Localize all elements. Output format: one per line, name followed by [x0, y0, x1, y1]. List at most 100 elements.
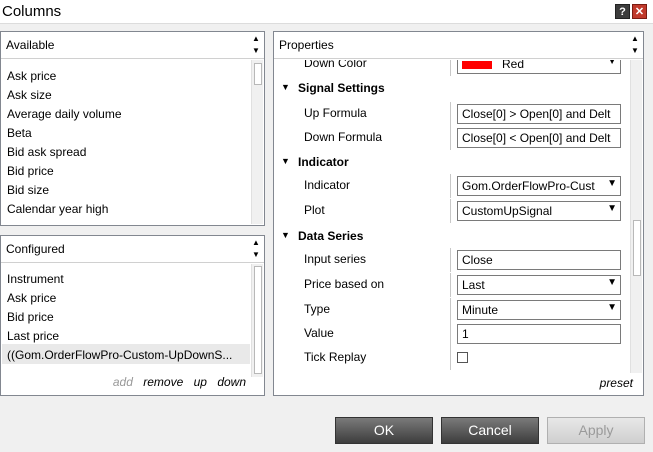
property-row-price-based-on[interactable]: Price based on Last ▼	[274, 273, 630, 297]
list-item[interactable]: Bid price	[7, 164, 54, 178]
price-based-on-value: Last	[462, 278, 485, 292]
input-series-field[interactable]: Close	[457, 250, 621, 270]
apply-button[interactable]: Apply	[547, 417, 645, 444]
property-label: Type	[304, 302, 331, 316]
property-grid: Down Color Red ▼ ▼ Signal Settings Up For…	[274, 60, 643, 395]
help-button[interactable]: ?	[615, 4, 630, 19]
tick-replay-checkbox[interactable]	[457, 352, 468, 363]
category-title: Data Series	[298, 229, 364, 243]
available-header-label: Available	[6, 38, 55, 52]
collapse-arrow-icon[interactable]: ▼	[281, 156, 290, 166]
separator	[450, 273, 451, 297]
value-input[interactable]: 1	[457, 324, 621, 344]
up-link[interactable]: up	[194, 375, 207, 389]
property-label: Plot	[304, 203, 325, 217]
properties-header: Properties ▲ ▼	[274, 32, 643, 59]
sort-arrows-icon[interactable]: ▲ ▼	[251, 33, 261, 57]
list-item[interactable]: Beta	[7, 126, 32, 140]
separator	[450, 174, 451, 198]
properties-scrollbar[interactable]	[630, 60, 642, 373]
separator	[450, 199, 451, 223]
window-title: Columns	[2, 3, 62, 20]
price-based-on-select[interactable]: Last ▼	[457, 275, 621, 295]
color-swatch	[462, 60, 492, 69]
category-data-series[interactable]: ▼ Data Series	[274, 225, 630, 249]
list-item[interactable]: Calendar year high	[7, 202, 108, 216]
configured-header-label: Configured	[6, 242, 65, 256]
down-color-select[interactable]: Red ▼	[457, 60, 621, 74]
cancel-button[interactable]: Cancel	[441, 417, 539, 444]
property-row-down-formula[interactable]: Down Formula Close[0] < Open[0] and Delt	[274, 126, 630, 150]
configured-actions: add remove up down	[106, 375, 246, 389]
property-row-value[interactable]: Value 1	[274, 322, 630, 346]
up-formula-input[interactable]: Close[0] > Open[0] and Delt	[457, 104, 621, 124]
property-label: Tick Replay	[304, 350, 367, 364]
list-item[interactable]: Last price	[7, 329, 59, 343]
list-item[interactable]: Bid size	[7, 183, 49, 197]
property-row-tick-replay[interactable]: Tick Replay	[274, 346, 630, 370]
list-item-selected[interactable]: ((Gom.OrderFlowPro-Custom-UpDownS...	[7, 348, 232, 362]
chevron-down-icon: ▼	[607, 203, 617, 214]
remove-link[interactable]: remove	[143, 375, 183, 389]
property-label: Input series	[304, 252, 367, 266]
separator	[450, 346, 451, 370]
property-label: Down Formula	[304, 130, 383, 144]
category-indicator[interactable]: ▼ Indicator	[274, 151, 630, 175]
down-link[interactable]: down	[217, 375, 246, 389]
chevron-down-icon: ▼	[607, 277, 617, 288]
sort-arrows-icon[interactable]: ▲ ▼	[630, 33, 640, 57]
configured-scrollbar[interactable]	[251, 264, 263, 377]
scroll-thumb[interactable]	[254, 266, 262, 374]
category-title: Indicator	[298, 155, 349, 169]
collapse-arrow-icon[interactable]: ▼	[281, 230, 290, 240]
category-signal-settings[interactable]: ▼ Signal Settings	[274, 77, 630, 101]
scroll-thumb[interactable]	[633, 220, 641, 276]
type-value: Minute	[462, 303, 499, 317]
separator	[450, 126, 451, 150]
property-row-indicator[interactable]: Indicator Gom.OrderFlowPro-Cust ▼	[274, 174, 630, 198]
configured-panel: Configured ▲ ▼ Instrument Ask price Bid p…	[0, 235, 265, 396]
close-button[interactable]: ✕	[632, 4, 647, 19]
separator	[450, 102, 451, 126]
list-item[interactable]: Ask price	[7, 291, 56, 305]
properties-header-label: Properties	[279, 38, 334, 52]
list-item[interactable]: Instrument	[7, 272, 64, 286]
property-row-down-color[interactable]: Down Color Red ▼	[274, 60, 630, 76]
list-item[interactable]: Bid price	[7, 310, 54, 324]
separator	[450, 248, 451, 272]
plot-select[interactable]: CustomUpSignal ▼	[457, 201, 621, 221]
scroll-thumb[interactable]	[254, 63, 262, 85]
property-row-up-formula[interactable]: Up Formula Close[0] > Open[0] and Delt	[274, 102, 630, 126]
available-scrollbar[interactable]	[251, 60, 263, 224]
category-title: Signal Settings	[298, 81, 385, 95]
configured-list: Instrument Ask price Bid price Last pric…	[1, 264, 264, 395]
available-list: Ask price Ask size Average daily volume …	[1, 60, 264, 225]
property-label: Down Color	[304, 60, 367, 70]
indicator-value: Gom.OrderFlowPro-Cust	[462, 179, 595, 193]
list-item[interactable]: Average daily volume	[7, 107, 122, 121]
property-row-input-series[interactable]: Input series Close	[274, 248, 630, 272]
title-bar: Columns ? ✕	[0, 0, 653, 24]
add-link[interactable]: add	[113, 375, 133, 389]
sort-arrows-icon[interactable]: ▲ ▼	[251, 237, 261, 261]
type-select[interactable]: Minute ▼	[457, 300, 621, 320]
list-item[interactable]: Ask size	[7, 88, 52, 102]
down-color-value: Red	[502, 60, 525, 71]
collapse-arrow-icon[interactable]: ▼	[281, 82, 290, 92]
separator	[450, 298, 451, 322]
configured-header: Configured ▲ ▼	[1, 236, 264, 263]
list-item[interactable]: Bid ask spread	[7, 145, 86, 159]
property-row-type[interactable]: Type Minute ▼	[274, 298, 630, 322]
property-label: Value	[304, 326, 334, 340]
chevron-down-icon: ▼	[607, 178, 617, 189]
preset-link[interactable]: preset	[600, 376, 633, 390]
properties-panel: Properties ▲ ▼ Down Color Red ▼ ▼ Signal S…	[273, 31, 644, 396]
list-item[interactable]: Ask price	[7, 69, 56, 83]
down-formula-input[interactable]: Close[0] < Open[0] and Delt	[457, 128, 621, 148]
plot-value: CustomUpSignal	[462, 204, 553, 218]
property-label: Up Formula	[304, 106, 367, 120]
available-panel: Available ▲ ▼ Ask price Ask size Average …	[0, 31, 265, 226]
property-row-plot[interactable]: Plot CustomUpSignal ▼	[274, 199, 630, 223]
indicator-select[interactable]: Gom.OrderFlowPro-Cust ▼	[457, 176, 621, 196]
ok-button[interactable]: OK	[335, 417, 433, 444]
